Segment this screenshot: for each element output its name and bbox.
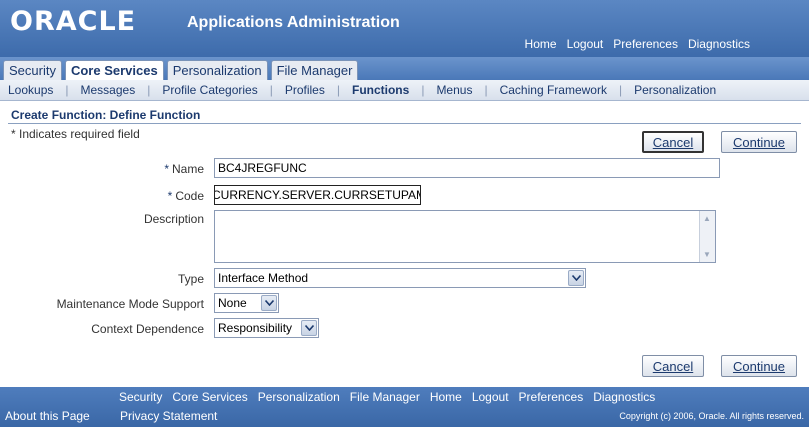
subtab-profile-categories[interactable]: Profile Categories	[150, 83, 269, 97]
required-marker: *	[164, 162, 169, 176]
tab-personalization[interactable]: Personalization	[166, 60, 268, 80]
subtab-bar: Lookups | Messages | Profile Categories …	[0, 80, 809, 101]
tab-security[interactable]: Security	[3, 60, 62, 80]
privacy-statement-link[interactable]: Privacy Statement	[120, 409, 217, 423]
description-label: Description	[143, 212, 204, 226]
branding-header: ORACLE Applications Administration Home …	[0, 0, 809, 57]
scroll-up-icon[interactable]: ▲	[703, 214, 711, 223]
subtab-caching-framework[interactable]: Caching Framework	[488, 83, 619, 97]
footer: Security Core Services Personalization F…	[0, 387, 809, 427]
maintenance-mode-selected-value: None	[218, 296, 247, 310]
code-input[interactable]: CURRENCY.SERVER.CURRSETUPAM	[214, 185, 421, 205]
footer-link-preferences[interactable]: Preferences	[519, 390, 584, 404]
cancel-button-label: Cancel	[652, 358, 694, 374]
subtab-personalization[interactable]: Personalization	[622, 83, 728, 97]
oracle-logo: ORACLE	[10, 6, 137, 37]
continue-button-top[interactable]: Continue	[721, 131, 797, 153]
continue-button-label: Continue	[732, 358, 786, 374]
type-select[interactable]: Interface Method	[214, 268, 586, 288]
required-field-note: * Indicates required field	[11, 127, 140, 141]
footer-link-security[interactable]: Security	[119, 390, 162, 404]
context-dependence-select[interactable]: Responsibility	[214, 318, 319, 338]
description-textarea[interactable]: ▲ ▼	[214, 210, 716, 263]
code-label: * Code	[167, 189, 204, 203]
chevron-down-icon[interactable]	[261, 295, 277, 311]
global-link-diagnostics[interactable]: Diagnostics	[688, 37, 750, 51]
footer-link-file-manager[interactable]: File Manager	[350, 390, 420, 404]
about-this-page-link[interactable]: About this Page	[5, 409, 90, 423]
subtab-profiles[interactable]: Profiles	[273, 83, 337, 97]
tab-file-manager[interactable]: File Manager	[270, 60, 359, 80]
name-input[interactable]: BC4JREGFUNC	[214, 158, 720, 178]
footer-link-core-services[interactable]: Core Services	[172, 390, 247, 404]
continue-button-bottom[interactable]: Continue	[721, 355, 797, 377]
footer-link-home[interactable]: Home	[430, 390, 462, 404]
page-title: Create Function: Define Function	[11, 108, 201, 122]
app-title: Applications Administration	[187, 14, 400, 31]
type-label: Type	[177, 272, 204, 286]
subtab-menus[interactable]: Menus	[424, 83, 484, 97]
description-scrollbar[interactable]: ▲ ▼	[699, 211, 715, 262]
cancel-button-top[interactable]: Cancel	[642, 131, 704, 153]
scroll-down-icon[interactable]: ▼	[703, 250, 711, 259]
cancel-button-bottom[interactable]: Cancel	[642, 355, 704, 377]
chevron-down-icon[interactable]	[301, 320, 317, 336]
maintenance-mode-select[interactable]: None	[214, 293, 279, 313]
tab-band: Security Core Services Personalization F…	[0, 57, 809, 80]
title-divider	[8, 123, 801, 124]
global-link-logout[interactable]: Logout	[567, 37, 604, 51]
global-link-preferences[interactable]: Preferences	[613, 37, 678, 51]
footer-link-diagnostics[interactable]: Diagnostics	[593, 390, 655, 404]
subtab-messages[interactable]: Messages	[69, 83, 148, 97]
continue-button-label: Continue	[732, 134, 786, 150]
tab-core-services[interactable]: Core Services	[64, 60, 164, 80]
footer-link-logout[interactable]: Logout	[472, 390, 509, 404]
subtab-lookups[interactable]: Lookups	[8, 83, 65, 97]
tab-bar: Security Core Services Personalization F…	[3, 60, 359, 80]
cancel-button-label: Cancel	[652, 134, 694, 150]
footer-links: Security Core Services Personalization F…	[119, 390, 655, 404]
name-label: * Name	[164, 162, 204, 176]
required-marker: *	[167, 189, 173, 203]
footer-link-personalization[interactable]: Personalization	[258, 390, 340, 404]
copyright-text: Copyright (c) 2006, Oracle. All rights r…	[619, 411, 804, 421]
context-dependence-selected-value: Responsibility	[218, 321, 293, 335]
subtab-functions[interactable]: Functions	[340, 83, 421, 97]
chevron-down-icon[interactable]	[568, 270, 584, 286]
maintenance-mode-label: Maintenance Mode Support	[56, 297, 204, 311]
type-selected-value: Interface Method	[218, 271, 309, 285]
global-link-home[interactable]: Home	[525, 37, 557, 51]
context-dependence-label: Context Dependence	[91, 322, 204, 336]
global-links: Home Logout Preferences Diagnostics	[525, 37, 750, 51]
